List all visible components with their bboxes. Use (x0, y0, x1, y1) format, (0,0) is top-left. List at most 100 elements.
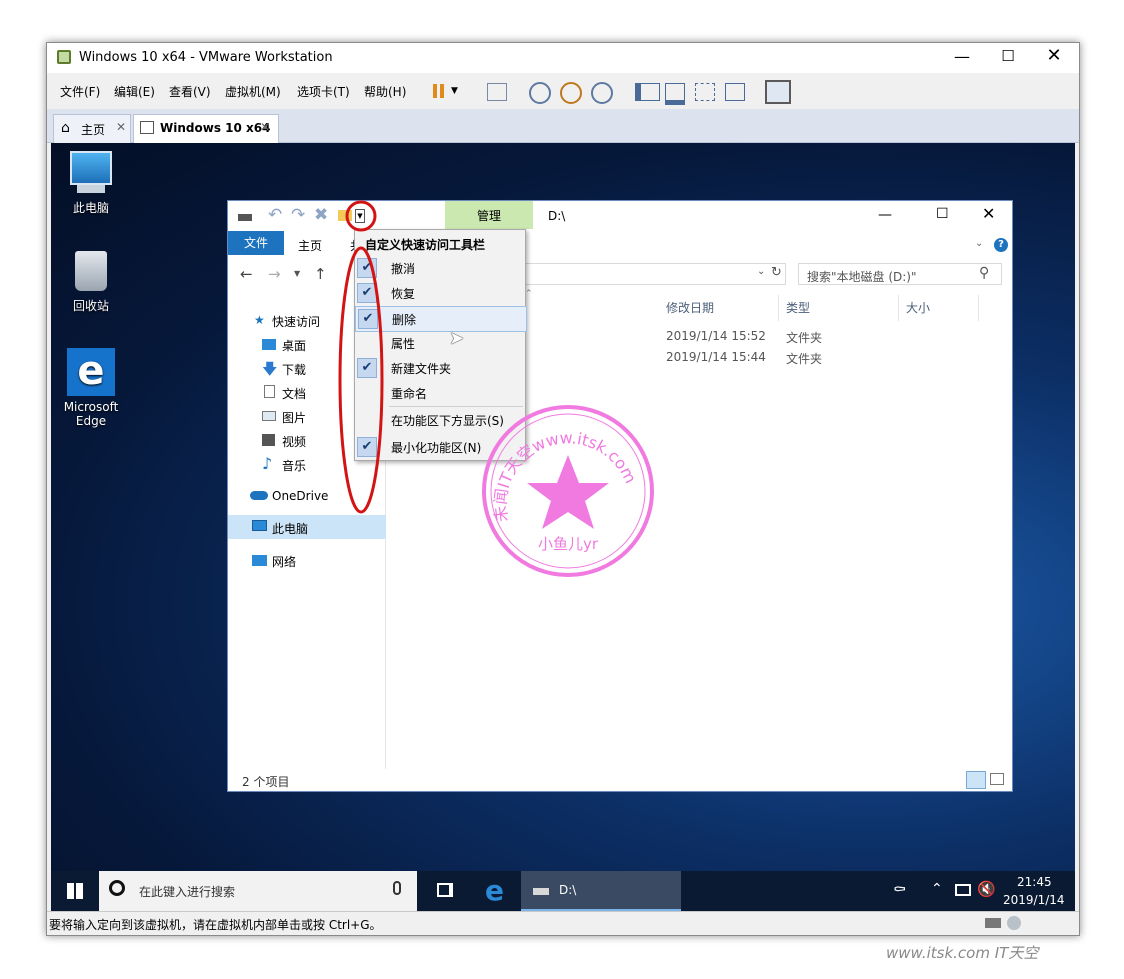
menu-vm[interactable]: 虚拟机(M) (225, 83, 281, 100)
desktop-icon-edge[interactable]: e Microsoft Edge (51, 348, 131, 428)
ribbon-tab-home[interactable]: 主页 (298, 237, 322, 254)
taskbar-explorer-window[interactable]: D:\ (521, 871, 681, 911)
network-icon (252, 555, 267, 566)
console-view-icon[interactable] (665, 83, 685, 105)
chevron-up-icon[interactable]: ⌃ (931, 881, 943, 897)
clock-time[interactable]: 21:45 (1017, 875, 1052, 889)
forward-arrow-icon[interactable]: → (268, 265, 281, 283)
cd-drive-icon[interactable] (1007, 916, 1021, 930)
document-icon (264, 385, 275, 398)
nav-quick-access[interactable]: 快速访问 (272, 313, 320, 330)
row-type: 文件夹 (786, 331, 823, 345)
close-tab-icon[interactable]: ✕ (116, 120, 126, 134)
explorer-window: ↶ ↷ ✖ ▼ 管理 D:\ — ☐ ✕ 文件 主页 共 ⌄ ? ← → ▼ ↑… (227, 200, 1013, 792)
microphone-icon[interactable] (393, 881, 401, 895)
menu-file[interactable]: 文件(F) (60, 83, 100, 100)
maximize-button[interactable]: ☐ (993, 47, 1023, 65)
details-view-icon[interactable] (966, 771, 986, 789)
minimize-button[interactable]: — (947, 47, 977, 66)
minimize-button[interactable]: — (878, 207, 892, 223)
recycle-bin-icon (75, 251, 107, 291)
ribbon-tab-file[interactable]: 文件 (228, 231, 284, 255)
menu-help[interactable]: 帮助(H) (364, 83, 406, 100)
help-icon[interactable]: ? (994, 238, 1008, 252)
nav-desktop[interactable]: 桌面 (282, 337, 306, 354)
taskbar-search-box[interactable]: 在此键入进行搜索 (99, 871, 417, 911)
snapshot-manager-icon[interactable] (591, 82, 613, 104)
computer-icon (70, 151, 112, 185)
drive-icon (533, 888, 549, 895)
tab-windows10[interactable]: Windows 10 x64 ✕ (133, 114, 279, 143)
up-arrow-icon[interactable]: ↑ (314, 265, 327, 283)
menu-view[interactable]: 查看(V) (169, 83, 211, 100)
row-date: 2019/1/14 15:44 (666, 350, 766, 364)
clock-date[interactable]: 2019/1/14 (1003, 893, 1065, 907)
nav-videos[interactable]: 视频 (282, 433, 306, 450)
nav-downloads[interactable]: 下载 (282, 361, 306, 378)
back-arrow-icon[interactable]: ← (240, 265, 253, 283)
column-header-date[interactable]: 修改日期 (666, 299, 714, 316)
view-options-icon[interactable] (765, 80, 791, 104)
nav-this-pc[interactable]: 此电脑 (272, 520, 308, 537)
nav-documents[interactable]: 文档 (282, 385, 306, 402)
volume-muted-icon[interactable]: 🔇 (977, 880, 996, 898)
tab-home[interactable]: ⌂ 主页 ✕ (53, 114, 131, 143)
large-icons-view-icon[interactable] (990, 773, 1004, 785)
chevron-down-icon[interactable]: ⌄ (757, 266, 765, 277)
desktop-icon-recycle-bin[interactable]: 回收站 (51, 251, 131, 314)
explorer-path-title: D:\ (548, 209, 566, 223)
search-input[interactable]: 搜索"本地磁盘 (D:)" (807, 268, 917, 285)
snapshot-icon[interactable] (529, 82, 551, 104)
redo-icon[interactable]: ↷ (291, 205, 305, 225)
videos-icon (262, 434, 275, 446)
pictures-icon (262, 411, 276, 421)
delete-icon[interactable]: ✖ (314, 205, 328, 225)
hard-disk-icon[interactable] (985, 918, 1001, 928)
close-button[interactable]: ✕ (1039, 45, 1069, 66)
taskbar-search-input[interactable]: 在此键入进行搜索 (139, 883, 235, 900)
recent-locations-icon[interactable]: ▼ (294, 269, 300, 278)
nav-network[interactable]: 网络 (272, 553, 296, 570)
edge-taskbar-icon[interactable]: e (485, 874, 504, 907)
pause-icon[interactable] (429, 80, 451, 102)
nav-pictures[interactable]: 图片 (282, 409, 306, 426)
close-tab-icon[interactable]: ✕ (260, 120, 270, 134)
vmware-status-bar: 要将输入定向到该虚拟机，请在虚拟机内部单击或按 Ctrl+G。 (47, 911, 1079, 935)
expand-ribbon-icon[interactable]: ⌄ (975, 238, 983, 249)
row-type: 文件夹 (786, 352, 823, 366)
vmware-window: Windows 10 x64 - VMware Workstation — ☐ … (46, 42, 1080, 936)
unity-icon[interactable] (725, 83, 745, 101)
tab-label: 主页 (81, 123, 106, 137)
nav-music[interactable]: 音乐 (282, 457, 306, 474)
revert-snapshot-icon[interactable] (560, 82, 582, 104)
task-view-icon[interactable] (437, 883, 453, 897)
desktop-icon-this-pc[interactable]: 此电脑 (51, 151, 131, 216)
dropdown-arrow-icon[interactable]: ▼ (451, 80, 473, 102)
library-icon[interactable] (635, 83, 660, 101)
nav-onedrive[interactable]: OneDrive (272, 489, 328, 503)
fullscreen-icon[interactable] (695, 83, 715, 101)
refresh-icon[interactable]: ↻ (771, 265, 782, 280)
maximize-button[interactable]: ☐ (936, 206, 949, 222)
column-header-size[interactable]: 大小 (906, 299, 930, 316)
address-bar[interactable]: ⌄ ↻ (524, 263, 786, 285)
send-keys-icon[interactable] (487, 83, 507, 101)
menu-edit[interactable]: 编辑(E) (114, 83, 155, 100)
footer-watermark: www.itsk.com IT天空 (886, 944, 1039, 962)
search-icon[interactable]: ⚲ (979, 265, 989, 281)
guest-desktop[interactable]: 此电脑 回收站 e Microsoft Edge ↶ ↷ ✖ ▼ 管理 D:\ … (51, 143, 1075, 911)
people-icon[interactable]: ⚰ (893, 880, 907, 899)
close-button[interactable]: ✕ (982, 204, 995, 223)
search-box[interactable]: 搜索"本地磁盘 (D:)" ⚲ (798, 263, 1002, 285)
menu-tabs[interactable]: 选项卡(T) (297, 83, 350, 100)
column-header-type[interactable]: 类型 (786, 299, 810, 316)
column-divider (978, 295, 979, 321)
desktop-folder-icon (262, 339, 276, 350)
undo-icon[interactable]: ↶ (268, 205, 282, 225)
annotation-circle-dropdown (345, 200, 377, 232)
network-status-icon[interactable] (955, 884, 971, 896)
windows-start-icon[interactable] (67, 883, 83, 899)
download-icon: 🡇 (262, 360, 278, 378)
vmware-title-bar: Windows 10 x64 - VMware Workstation — ☐ … (47, 43, 1079, 73)
watermark-inner-text: 小鱼儿yr (538, 535, 599, 553)
